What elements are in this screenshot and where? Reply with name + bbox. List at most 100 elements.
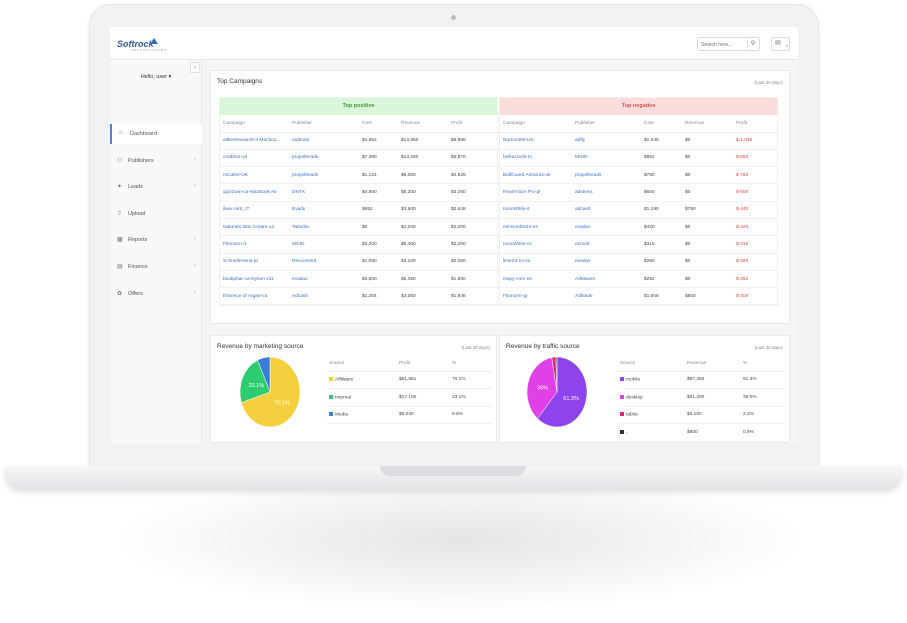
campaign-link[interactable]: SchnelleVena-pl [220,253,289,271]
campaign-link[interactable]: bookphar-ca-Dyson v11 [220,270,289,289]
cost-cell: $260 [641,253,682,271]
cost-cell: $952 [359,201,398,219]
table-row: minicredits24-es evadav $420 $0 $-420 [500,218,779,237]
sidebar-item-label: Reports [128,237,148,243]
sidebar-item-publishers[interactable]: ⚇ Publishers ‹ [110,151,202,171]
revenue-cell: $6,050 [398,166,448,185]
revenue-traffic-card: Revenue by traffic source (Last 30 days)… [499,335,790,443]
laptop-shadow [120,470,800,610]
sidebar-collapse-button[interactable]: ‹ [190,62,200,73]
profit-cell: $3,250 [448,183,499,202]
campaign-link[interactable]: allbestrewards-it-Macboo... [220,132,289,150]
legend-swatch [620,412,624,417]
publisher-link[interactable]: evadav [572,218,641,237]
publisher-link[interactable]: adcash [572,201,641,219]
campaign-link[interactable]: belkacredit-ru [500,149,572,168]
revenue-cell: $3,600 [398,201,448,219]
table-row: tablet $3,150 2.2% [618,406,786,424]
search-icon[interactable]: ⚲ [747,39,758,49]
logo-mountain-icon [150,38,158,44]
table-row: bookphar-ca-Dyson v11 evadav $3,500 $5,350 $… [220,270,499,289]
publisher-link[interactable]: adfly [572,132,641,150]
sidebar-item-leads[interactable]: ✦ Leads ‹ [110,177,202,197]
publisher-link[interactable]: ezmob [572,235,641,254]
value-cell: $17,100 [397,388,450,407]
source-label: Internal [335,394,351,400]
campaign-link[interactable]: BullGuard Antivirus-uk [500,166,572,185]
campaign-link[interactable]: Norton360-UK [500,132,572,150]
table-row: ikea card_IT Evadv $952 $3,600 $2,648 [220,201,499,219]
campaign-link[interactable]: mCafee-UK [220,166,289,185]
publisher-link[interactable]: Adblade [572,287,641,306]
revenue-cell: $750 [682,201,733,219]
sidebar-item-label: Upload [128,211,146,217]
publisher-link[interactable]: Evadv [289,201,359,219]
campaign-link[interactable]: creditron-pl [220,149,289,168]
top-campaigns-card: Top Campaigns (Last 30 days) Top positiv… [210,70,790,324]
cost-cell: $600 [641,183,682,202]
profit-cell: $1,846 [448,287,499,306]
profit-cell: $1,850 [448,270,499,289]
campaign-link[interactable]: quiz2win-ca-MacBook Air [220,183,289,202]
publisher-link[interactable]: MGID [572,149,641,168]
sidebar-item-upload[interactable]: ⇧ Upload [110,204,202,224]
publisher-link[interactable]: evadav [289,270,359,289]
profit-cell: $-420 [733,218,779,237]
campaign-link[interactable]: Essence of Argan-ca [220,287,289,306]
campaign-link[interactable]: IonicWhite-it [500,201,572,219]
campaign-link[interactable]: lime24-co-za [500,253,572,271]
publisher-link[interactable]: propellerads [289,166,359,185]
traffic-pie-chart: 61.3% 36% [526,356,588,428]
percent-cell: 70.1% [450,371,492,389]
cost-cell: $7,380 [359,149,398,168]
sidebar-item-dashboard[interactable]: ⌂ Dashboard [110,124,202,144]
chevron-left-icon: ‹ [194,236,196,242]
publisher-link[interactable]: MGID [289,235,359,254]
revenue-cell: $13,850 [398,132,448,150]
column-header: Source [618,356,685,372]
date-range-label: (Last 30 days) [754,80,783,85]
publisher-link[interactable]: propellerads [289,149,359,168]
profit-cell: $-760 [733,166,779,185]
campaign-link[interactable]: mspy-com-es [500,270,572,289]
campaign-link[interactable]: Naturals Skin Cream-ca [220,218,289,237]
sidebar-item-reports[interactable]: ▦ Reports ‹ [110,230,202,250]
table-row: IonicWhite-cz ezmob $315 $0 $-315 [500,235,779,254]
mail-button[interactable]: ✉ 0 [771,37,790,51]
publisher-link[interactable]: Adcash [289,287,359,306]
campaign-link[interactable]: RealAction Pro-pl [500,183,572,202]
sidebar-item-offers[interactable]: ✿ Offers ‹ [110,284,202,304]
publisher-link[interactable]: adsterra [572,183,641,202]
campaign-link[interactable]: IonicWhite-cz [500,235,572,254]
percent-cell: 23.1% [450,388,492,407]
user-menu[interactable]: Hello, user ▾ [110,74,202,80]
chevron-left-icon: ‹ [194,290,196,296]
publisher-link[interactable]: Taboola [289,218,359,237]
cost-cell: $4,862 [359,132,398,150]
publisher-link[interactable]: outbrain [289,132,359,150]
campaign-link[interactable]: Fitonorm-gr [500,287,572,306]
publisher-link[interactable]: AdMaven [572,270,641,289]
source-cell: Affiliates [327,371,397,389]
pie-slice-label: 36% [537,385,548,391]
column-header: Profit [733,115,779,133]
legend-swatch [620,377,624,382]
campaign-link[interactable]: minicredits24-es [500,218,572,237]
top-negative-heading: Top negative [500,98,777,115]
publisher-link[interactable]: propellerads [572,166,641,185]
campaign-link[interactable]: Fitonorm-it [220,235,289,254]
publisher-link[interactable]: Revcontent [289,253,359,271]
campaign-link[interactable]: ikea card_IT [220,201,289,219]
cost-cell: $420 [641,218,682,237]
cost-cell: $3,500 [359,270,398,289]
table-row: belkacredit-ru MGID $952 $0 $-952 [500,149,779,168]
sidebar-item-finance[interactable]: ▤ Finance ‹ [110,257,202,277]
publisher-link[interactable]: DNTX [289,183,359,202]
table-row: mobile $87,250 61.3% [618,371,786,389]
column-header: Revenue [682,115,733,133]
top-positive-table: Campaign Publisher Cost Revenue Profit allbe… [220,115,499,306]
revenue-cell: $2,200 [398,218,448,237]
revenue-cell: $5,400 [398,235,448,254]
search-input[interactable] [701,40,746,49]
publisher-link[interactable]: evadav [572,253,641,271]
